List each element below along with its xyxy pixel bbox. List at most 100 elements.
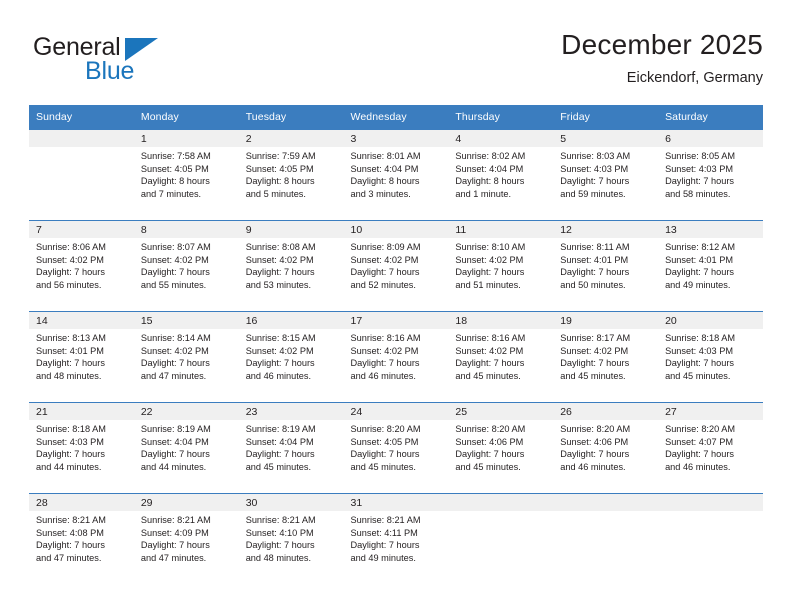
sunrise-text: Sunrise: 8:11 AM	[560, 242, 630, 252]
daylight-text-line1: Daylight: 7 hours	[665, 267, 735, 278]
day-cell[interactable]: 31 Sunrise: 8:21 AM Sunset: 4:11 PM Dayl…	[343, 493, 449, 584]
sunset-text: Sunset: 4:07 PM	[665, 436, 733, 447]
sunrise-text: Sunrise: 8:15 AM	[245, 333, 316, 343]
sunset-text: Sunset: 4:02 PM	[140, 345, 209, 356]
day-cell[interactable]: 12 Sunrise: 8:11 AM Sunset: 4:01 PM Dayl…	[553, 220, 659, 312]
day-cell[interactable]	[658, 493, 763, 584]
daylight-text-line1: Daylight: 7 hours	[350, 449, 420, 460]
daylight-text-line2: and 49 minutes.	[350, 552, 416, 563]
sunrise-text: Sunrise: 8:13 AM	[36, 333, 106, 343]
day-cell[interactable]: 24 Sunrise: 8:20 AM Sunset: 4:05 PM Dayl…	[343, 402, 449, 494]
day-cell[interactable]: 15 Sunrise: 8:14 AM Sunset: 4:02 PM Dayl…	[133, 311, 239, 403]
daylight-text-line2: and 51 minutes.	[455, 279, 521, 290]
day-cell[interactable]: 18 Sunrise: 8:16 AM Sunset: 4:02 PM Dayl…	[448, 311, 554, 403]
sunset-text: Sunset: 4:09 PM	[140, 527, 209, 538]
daylight-text-line2: and 45 minutes.	[665, 370, 731, 381]
daylight-text-line1: Daylight: 8 hours	[140, 176, 210, 187]
daylight-text-line1: Daylight: 7 hours	[455, 449, 525, 460]
day-number: 8	[133, 221, 239, 238]
day-cell[interactable]	[448, 493, 554, 584]
day-cell[interactable]: 25 Sunrise: 8:20 AM Sunset: 4:06 PM Dayl…	[448, 402, 554, 494]
calendar-week-row: 14 Sunrise: 8:13 AM Sunset: 4:01 PM Dayl…	[29, 311, 763, 403]
day-cell[interactable]: 13 Sunrise: 8:12 AM Sunset: 4:01 PM Dayl…	[658, 220, 763, 312]
day-cell[interactable]: 1 Sunrise: 7:58 AM Sunset: 4:05 PM Dayli…	[133, 130, 239, 221]
daylight-text-line2: and 46 minutes.	[560, 461, 626, 472]
day-cell[interactable]: 17 Sunrise: 8:16 AM Sunset: 4:02 PM Dayl…	[343, 311, 449, 403]
calendar-page: General Blue December 2025 Eickendorf, G…	[0, 0, 792, 612]
day-cell[interactable]: 23 Sunrise: 8:19 AM Sunset: 4:04 PM Dayl…	[238, 402, 344, 494]
sunset-text: Sunset: 4:02 PM	[36, 254, 104, 265]
calendar-body: 1 Sunrise: 7:58 AM Sunset: 4:05 PM Dayli…	[29, 130, 763, 584]
daylight-text-line1: Daylight: 7 hours	[560, 358, 630, 369]
day-cell[interactable]: 27 Sunrise: 8:20 AM Sunset: 4:07 PM Dayl…	[658, 402, 763, 494]
day-details: Sunrise: 7:58 AM Sunset: 4:05 PM Dayligh…	[134, 147, 239, 200]
weekday-header-sunday: Sunday	[29, 105, 134, 130]
page-subtitle: Eickendorf, Germany	[626, 70, 763, 86]
day-number: 29	[133, 494, 239, 511]
day-cell[interactable]: 19 Sunrise: 8:17 AM Sunset: 4:02 PM Dayl…	[553, 311, 659, 403]
daylight-text-line2: and 45 minutes.	[560, 370, 626, 381]
day-cell[interactable]: 20 Sunrise: 8:18 AM Sunset: 4:03 PM Dayl…	[658, 311, 763, 403]
day-number: 9	[238, 221, 344, 238]
day-cell[interactable]: 14 Sunrise: 8:13 AM Sunset: 4:01 PM Dayl…	[29, 311, 134, 403]
sunrise-text: Sunrise: 8:16 AM	[350, 333, 421, 343]
daylight-text-line1: Daylight: 7 hours	[140, 358, 210, 369]
sunset-text: Sunset: 4:05 PM	[350, 436, 419, 447]
daylight-text-line2: and 5 minutes.	[245, 188, 306, 199]
weekday-header-friday: Friday	[553, 105, 659, 130]
day-details: Sunrise: 8:18 AM Sunset: 4:03 PM Dayligh…	[29, 420, 134, 473]
sunset-text: Sunset: 4:04 PM	[455, 163, 524, 174]
day-details: Sunrise: 8:16 AM Sunset: 4:02 PM Dayligh…	[448, 329, 553, 382]
day-number: 18	[448, 312, 554, 329]
daylight-text-line1: Daylight: 7 hours	[245, 540, 315, 551]
weekday-header-tuesday: Tuesday	[238, 105, 344, 130]
brand-name-bottom: Blue	[85, 57, 135, 85]
day-cell[interactable]: 8 Sunrise: 8:07 AM Sunset: 4:02 PM Dayli…	[133, 220, 239, 312]
day-cell[interactable]: 5 Sunrise: 8:03 AM Sunset: 4:03 PM Dayli…	[553, 130, 659, 221]
daylight-text-line1: Daylight: 7 hours	[140, 267, 210, 278]
day-cell[interactable]	[553, 493, 659, 584]
day-cell[interactable]: 3 Sunrise: 8:01 AM Sunset: 4:04 PM Dayli…	[343, 130, 449, 221]
day-cell[interactable]: 21 Sunrise: 8:18 AM Sunset: 4:03 PM Dayl…	[29, 402, 134, 494]
day-number: 11	[448, 221, 554, 238]
day-details: Sunrise: 8:21 AM Sunset: 4:08 PM Dayligh…	[29, 511, 134, 564]
sunset-text: Sunset: 4:03 PM	[665, 163, 733, 174]
day-cell[interactable]: 10 Sunrise: 8:09 AM Sunset: 4:02 PM Dayl…	[343, 220, 449, 312]
day-cell[interactable]: 4 Sunrise: 8:02 AM Sunset: 4:04 PM Dayli…	[448, 130, 554, 221]
daylight-text-line1: Daylight: 8 hours	[245, 176, 315, 187]
day-cell[interactable]: 9 Sunrise: 8:08 AM Sunset: 4:02 PM Dayli…	[238, 220, 344, 312]
day-number: 15	[133, 312, 239, 329]
sunset-text: Sunset: 4:03 PM	[36, 436, 104, 447]
sunset-text: Sunset: 4:02 PM	[350, 345, 419, 356]
day-cell[interactable]: 30 Sunrise: 8:21 AM Sunset: 4:10 PM Dayl…	[238, 493, 344, 584]
brand-logo[interactable]: General Blue	[29, 33, 249, 93]
day-cell[interactable]: 11 Sunrise: 8:10 AM Sunset: 4:02 PM Dayl…	[448, 220, 554, 312]
day-details: Sunrise: 8:12 AM Sunset: 4:01 PM Dayligh…	[658, 238, 763, 291]
day-details: Sunrise: 8:07 AM Sunset: 4:02 PM Dayligh…	[134, 238, 239, 291]
day-cell[interactable]: 6 Sunrise: 8:05 AM Sunset: 4:03 PM Dayli…	[658, 130, 763, 221]
day-number: 3	[343, 130, 449, 147]
day-cell[interactable]: 2 Sunrise: 7:59 AM Sunset: 4:05 PM Dayli…	[238, 130, 344, 221]
daylight-text-line1: Daylight: 7 hours	[350, 267, 420, 278]
day-cell[interactable]: 7 Sunrise: 8:06 AM Sunset: 4:02 PM Dayli…	[29, 220, 134, 312]
sunset-text: Sunset: 4:06 PM	[560, 436, 629, 447]
day-cell[interactable]: 22 Sunrise: 8:19 AM Sunset: 4:04 PM Dayl…	[133, 402, 239, 494]
day-number: 17	[343, 312, 449, 329]
day-details	[448, 511, 553, 514]
day-cell[interactable]: 29 Sunrise: 8:21 AM Sunset: 4:09 PM Dayl…	[133, 493, 239, 584]
daylight-text-line1: Daylight: 7 hours	[36, 449, 105, 460]
sunset-text: Sunset: 4:04 PM	[350, 163, 419, 174]
sunrise-text: Sunrise: 8:06 AM	[36, 242, 106, 252]
day-cell[interactable]: 26 Sunrise: 8:20 AM Sunset: 4:06 PM Dayl…	[553, 402, 659, 494]
daylight-text-line2: and 52 minutes.	[350, 279, 416, 290]
day-details	[553, 511, 658, 514]
daylight-text-line1: Daylight: 7 hours	[140, 449, 210, 460]
sunset-text: Sunset: 4:10 PM	[245, 527, 314, 538]
daylight-text-line2: and 7 minutes.	[140, 188, 202, 199]
day-cell[interactable]: 28 Sunrise: 8:21 AM Sunset: 4:08 PM Dayl…	[29, 493, 134, 584]
daylight-text-line1: Daylight: 7 hours	[455, 358, 525, 369]
day-details: Sunrise: 8:19 AM Sunset: 4:04 PM Dayligh…	[134, 420, 239, 473]
day-cell[interactable]	[29, 130, 134, 221]
day-cell[interactable]: 16 Sunrise: 8:15 AM Sunset: 4:02 PM Dayl…	[238, 311, 344, 403]
daylight-text-line1: Daylight: 7 hours	[455, 267, 525, 278]
